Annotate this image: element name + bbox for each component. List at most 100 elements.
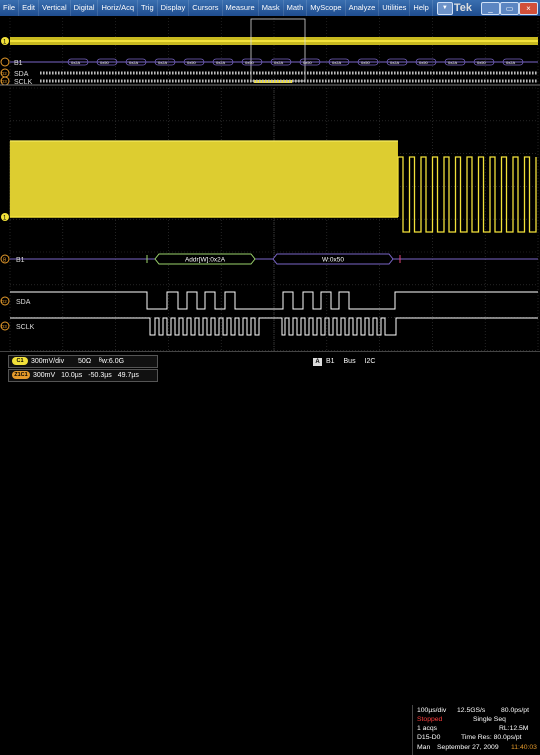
zoom-readout[interactable]: Z1C1 300mV 10.0µs -50.3µs 49.7µs — [8, 369, 158, 382]
zoomed-waveform-area[interactable]: 1 B B1 Addr[W]:0x2A W:0x50 D2 SDA D3 SCLK — [0, 87, 539, 351]
overview-digital-tick — [301, 79, 303, 83]
overview-digital-tick — [55, 71, 57, 75]
menu-myscope[interactable]: MyScope — [307, 0, 346, 16]
overview-digital-tick — [289, 79, 291, 83]
overview-digital-tick — [244, 79, 246, 83]
acquisition-readout[interactable]: 100µs/div 12.5GS/s 80.0ps/pt Stopped Sin… — [412, 705, 539, 755]
overview-digital-tick — [220, 79, 222, 83]
menu-measure[interactable]: Measure — [223, 0, 259, 16]
overview-digital-tick — [229, 71, 231, 75]
overview-digital-tick — [115, 71, 117, 75]
overview-digital-tick — [502, 79, 504, 83]
overview-digital-tick — [346, 71, 348, 75]
overview-digital-tick — [514, 79, 516, 83]
overview-digital-tick — [67, 79, 69, 83]
overview-digital-tick — [370, 71, 372, 75]
overview-digital-tick — [247, 71, 249, 75]
overview-digital-tick — [139, 71, 141, 75]
overview-digital-tick — [412, 71, 414, 75]
close-button[interactable]: × — [519, 2, 538, 15]
overview-digital-tick — [142, 79, 144, 83]
bus-packet-text: W:0x50 — [322, 257, 344, 264]
overview-b1-label: B1 — [14, 60, 23, 67]
overview-digital-tick — [307, 71, 309, 75]
overview-digital-tick — [91, 71, 93, 75]
sclk-label: SCLK — [16, 324, 35, 331]
overview-digital-tick — [49, 79, 51, 83]
menu-mask[interactable]: Mask — [259, 0, 284, 16]
timebase: 100µs/div — [417, 707, 447, 714]
bus-protocol: I2C — [364, 358, 376, 365]
scope-display[interactable]: 0x2A 0x50 0x2A 0x2A 0x50 0x2A 0x50 0x2A 0x50 0x2A… — [0, 16, 540, 351]
ch1-scale: 300mV/div — [31, 358, 65, 365]
overview-digital-tick — [502, 71, 504, 75]
overview-digital-tick — [310, 71, 312, 75]
overview-bus-token-text: 0x2A — [216, 60, 225, 65]
overview-digital-tick — [358, 71, 360, 75]
overview-digital-tick — [277, 79, 279, 83]
menu-edit[interactable]: Edit — [19, 0, 40, 16]
overview-digital-tick — [217, 71, 219, 75]
menu-analyze[interactable]: Analyze — [346, 0, 380, 16]
overview-digital-tick — [211, 79, 213, 83]
bus-packet[interactable]: Addr[W]:0x2A — [154, 253, 256, 265]
overview-digital-tick — [286, 71, 288, 75]
overview-digital-tick — [43, 79, 45, 83]
overview-digital-tick — [79, 71, 81, 75]
overview-digital-tick — [517, 71, 519, 75]
restore-button[interactable]: ▭ — [500, 2, 519, 15]
menu-utilities[interactable]: Utilities — [379, 0, 411, 16]
minimize-button[interactable]: _ — [481, 2, 500, 15]
overview-waveform-area[interactable]: 0x2A 0x50 0x2A 0x2A 0x50 0x2A 0x50 0x2A 0x50 0x2A… — [0, 16, 540, 86]
bus-packet[interactable]: W:0x50 — [272, 253, 394, 265]
overview-digital-tick — [64, 71, 66, 75]
overview-digital-tick — [370, 79, 372, 83]
bus-packet-text: Addr[W]:0x2A — [185, 257, 226, 264]
overview-digital-tick — [157, 71, 159, 75]
ch1-readout[interactable]: C1 300mV/div 50Ω ᴮw:6.0G — [8, 355, 158, 368]
overview-digital-tick — [70, 79, 72, 83]
menu-cursors[interactable]: Cursors — [189, 0, 223, 16]
overview-digital-tick — [178, 79, 180, 83]
menu-digital[interactable]: Digital — [71, 0, 99, 16]
overview-digital-tick — [472, 71, 474, 75]
overview-digital-tick — [337, 79, 339, 83]
overview-digital-tick — [451, 71, 453, 75]
menu-file[interactable]: File — [0, 0, 20, 16]
overview-digital-tick — [400, 79, 402, 83]
overview-digital-tick — [373, 71, 375, 75]
overview-digital-tick — [94, 71, 96, 75]
overview-digital-tick — [331, 71, 333, 75]
menu-help[interactable]: Help — [410, 0, 433, 16]
overview-digital-tick — [52, 71, 54, 75]
overview-digital-tick — [388, 79, 390, 83]
overview-digital-tick — [118, 79, 120, 83]
overview-bus-token-text: 0x50 — [419, 60, 428, 65]
overview-digital-tick — [46, 71, 48, 75]
overview-digital-tick — [169, 79, 171, 83]
bus-badge: A — [313, 358, 322, 366]
overview-digital-tick — [475, 71, 477, 75]
overview-digital-tick — [151, 79, 153, 83]
overview-digital-tick — [163, 79, 165, 83]
overview-digital-tick — [88, 79, 90, 83]
overview-digital-tick — [49, 71, 51, 75]
overview-digital-tick — [133, 71, 135, 75]
acq-count: 1 acqs — [417, 725, 438, 732]
overview-digital-tick — [127, 71, 129, 75]
overview-digital-tick — [472, 79, 474, 83]
menu-vertical[interactable]: Vertical — [39, 0, 71, 16]
overview-digital-tick — [391, 71, 393, 75]
menu-dropdown-button[interactable]: ▼ — [436, 1, 453, 15]
menu-math[interactable]: Math — [284, 0, 308, 16]
overview-digital-tick — [442, 71, 444, 75]
overview-digital-tick — [292, 79, 294, 83]
overview-digital-tick — [175, 71, 177, 75]
overview-digital-tick — [250, 71, 252, 75]
menu-horiz-acq[interactable]: Horiz/Acq — [98, 0, 138, 16]
menu-trig[interactable]: Trig — [138, 0, 158, 16]
overview-sda-label: SDA — [14, 71, 29, 78]
bus-readout[interactable]: A B1 Bus I2C — [313, 357, 403, 367]
menu-display[interactable]: Display — [158, 0, 190, 16]
overview-digital-tick — [499, 79, 501, 83]
